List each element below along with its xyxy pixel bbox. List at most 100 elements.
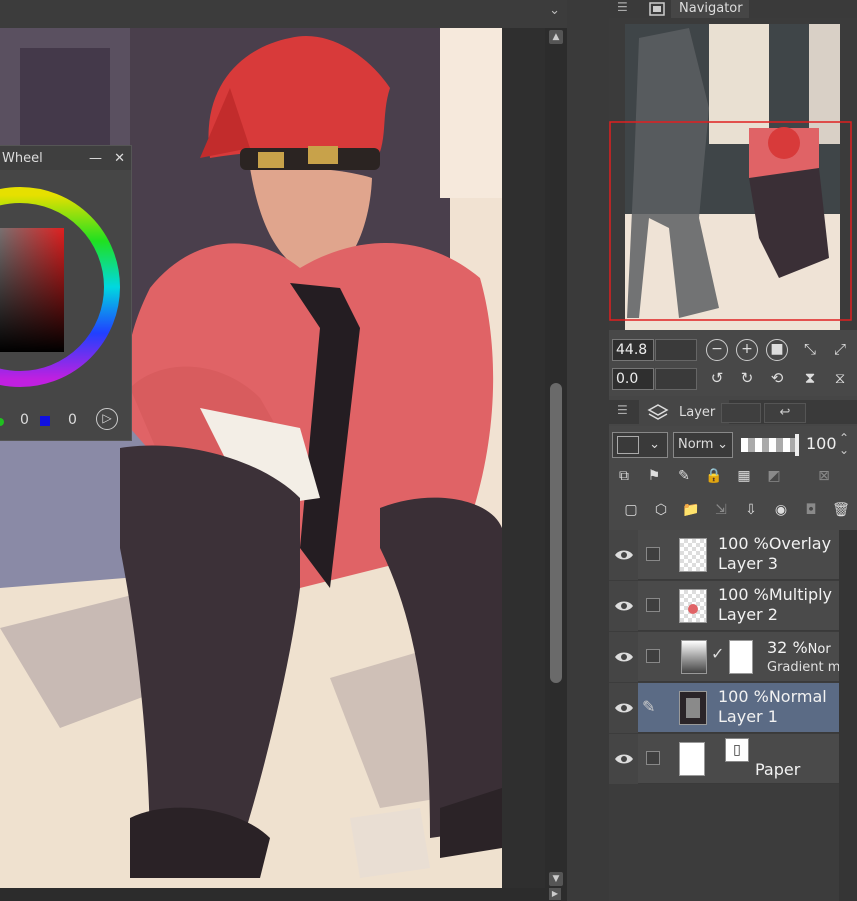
mask-icon[interactable]: ◩ — [762, 464, 786, 488]
tab-history[interactable]: ↩ — [764, 403, 806, 423]
rotation-slider[interactable] — [655, 368, 697, 390]
navigator-icon — [649, 2, 665, 16]
layer-thumbnail — [679, 589, 707, 623]
layer-row[interactable]: 100 %Overlay Layer 3 — [609, 530, 839, 580]
play-icon[interactable]: ▷ — [96, 408, 118, 430]
scroll-down-icon[interactable]: ▼ — [549, 872, 563, 886]
reset-rotation-icon[interactable]: ⟲ — [766, 368, 788, 390]
close-icon[interactable]: ✕ — [114, 151, 125, 166]
canvas-horizontal-scrollbar[interactable]: ▶ — [0, 888, 567, 901]
green-value[interactable]: 0 — [20, 412, 29, 428]
layer-checkbox[interactable] — [646, 751, 660, 765]
layer-panel-menu-icon[interactable]: ☰ — [617, 403, 628, 417]
layer-tab[interactable]: Layer — [639, 400, 729, 424]
lock-transparency-icon[interactable]: ▦ — [732, 464, 756, 488]
eye-icon[interactable] — [609, 632, 638, 682]
paper-icon: ▯ — [725, 738, 749, 762]
layer-properties-toolbar: ⌄ Norm ⌄ 100 ⌃ ⌄ ⧉ ⚑ ✎ 🔒 ▦ ◩ ⊠ ▢ ⬡ 📁 ⇲ ⇩ … — [609, 426, 857, 530]
blue-value[interactable]: 0 — [68, 412, 77, 428]
layer-thumbnail — [679, 742, 705, 776]
zoom-input[interactable]: 44.8 — [612, 339, 654, 361]
layer-thumbnail — [679, 691, 707, 725]
layer-color-swatch — [617, 435, 639, 454]
minimize-icon[interactable]: — — [89, 151, 102, 166]
panel-menu-icon[interactable]: ☰ — [617, 0, 628, 14]
merge-down-icon[interactable]: ⇩ — [739, 498, 763, 522]
gradient-map-icon — [681, 640, 707, 674]
blend-mode-select[interactable]: Norm ⌄ — [673, 432, 733, 458]
zoom-out-icon[interactable]: − — [706, 339, 728, 361]
check-icon: ✓ — [711, 644, 725, 663]
zoom-in-icon[interactable]: + — [736, 339, 758, 361]
delete-layer-icon[interactable]: 🗑 — [829, 498, 853, 522]
actual-size-icon[interactable]: ⤢ — [829, 339, 851, 361]
layer-name: Layer 1 — [718, 707, 778, 726]
reference-layer-icon[interactable]: ⚑ — [642, 464, 666, 488]
opacity-value[interactable]: 100 — [806, 434, 837, 453]
lock-icon[interactable]: 🔒 — [702, 464, 726, 488]
opacity-stepper-icon[interactable]: ⌃ ⌄ — [839, 432, 849, 456]
opacity-slider-handle[interactable] — [795, 434, 799, 456]
layer-color-select[interactable]: ⌄ — [612, 432, 668, 458]
flip-horizontal-icon[interactable]: ⧗ — [799, 368, 821, 390]
tab-layer-property[interactable] — [721, 403, 761, 423]
pen-icon: ✎ — [642, 697, 656, 716]
layer-row[interactable]: 100 %Multiply Layer 2 — [609, 581, 839, 631]
chevron-down-icon[interactable]: ⌄ — [549, 3, 560, 18]
scroll-right-icon[interactable]: ▶ — [549, 888, 561, 900]
draft-layer-icon[interactable]: ✎ — [672, 464, 696, 488]
vertical-scroll-thumb[interactable] — [550, 383, 562, 683]
rotation-input[interactable]: 0.0 — [612, 368, 654, 390]
navigator-preview[interactable] — [609, 18, 857, 330]
fit-window-icon[interactable]: ⤡ — [799, 339, 821, 361]
layer-list: 100 %Overlay Layer 3 100 %Multiply Layer… — [609, 530, 857, 901]
new-vector-layer-icon[interactable]: ⬡ — [649, 498, 673, 522]
layer-mask-thumbnail — [729, 640, 753, 674]
new-folder-icon[interactable]: 📁 — [679, 498, 703, 522]
layer-checkbox[interactable] — [646, 649, 660, 663]
transfer-down-icon[interactable]: ⇲ — [709, 498, 733, 522]
layer-name: Paper — [755, 760, 801, 779]
navigator-tab[interactable]: Navigator — [671, 0, 749, 18]
navigator-controls: 44.8 − + ■ ⤡ ⤢ 0.0 ↺ ↻ ⟲ ⧗ ⧖ — [609, 330, 857, 396]
blue-swatch-icon — [40, 416, 50, 426]
eye-icon[interactable] — [609, 734, 638, 784]
layer-row[interactable]: ▯ Paper — [609, 734, 839, 784]
chevron-down-icon: ⌄ — [717, 437, 728, 452]
eye-icon[interactable] — [609, 581, 638, 631]
layer-row-selected[interactable]: ✎ 100 %Normal Layer 1 — [609, 683, 839, 733]
stop-icon[interactable]: ■ — [766, 339, 788, 361]
apply-mask-icon[interactable]: ◘ — [799, 498, 823, 522]
rotate-right-icon[interactable]: ↻ — [736, 368, 758, 390]
clip-layer-icon[interactable]: ⧉ — [612, 464, 636, 488]
layer-checkbox[interactable] — [646, 598, 660, 612]
zoom-slider[interactable] — [655, 339, 697, 361]
navigator-tab-bar: ☰ Navigator — [609, 0, 857, 18]
eye-icon[interactable] — [609, 683, 638, 733]
layer-info: 32 %Nor — [767, 638, 831, 657]
color-wheel-graphic[interactable] — [0, 170, 132, 410]
color-wheel-values: 0 0 ▷ — [0, 408, 132, 434]
canvas-top-bar: ⌄ — [0, 0, 570, 28]
color-wheel-header[interactable]: Wheel — ✕ — [0, 146, 131, 170]
add-mask-icon[interactable]: ◉ — [769, 498, 793, 522]
navigator-thumbnail — [609, 24, 852, 330]
new-raster-layer-icon[interactable]: ▢ — [619, 498, 643, 522]
rotate-left-icon[interactable]: ↺ — [706, 368, 728, 390]
ruler-icon[interactable]: ⊠ — [812, 464, 836, 488]
color-wheel-body[interactable] — [0, 170, 131, 410]
flip-vertical-icon[interactable]: ⧖ — [829, 368, 851, 390]
layers-icon — [647, 404, 669, 420]
scroll-up-icon[interactable]: ▲ — [549, 30, 563, 44]
layer-info: 100 %Multiply — [718, 585, 833, 604]
layer-checkbox[interactable] — [646, 547, 660, 561]
eye-icon[interactable] — [609, 530, 638, 580]
layer-row[interactable]: ✓ 32 %Nor Gradient m — [609, 632, 839, 682]
app-window: ⌄ ▲ ▼ ▶ Wheel — ✕ 0 0 ▷ ☰ Navigator 44.8… — [0, 0, 857, 901]
layer-info: 100 %Normal — [718, 687, 827, 706]
layer-list-scrollbar[interactable] — [839, 530, 857, 901]
panel-divider — [567, 0, 609, 901]
canvas-vertical-scrollbar[interactable]: ▲ ▼ — [545, 28, 567, 888]
color-wheel-title: Wheel — [2, 150, 43, 166]
opacity-slider[interactable] — [741, 438, 799, 452]
